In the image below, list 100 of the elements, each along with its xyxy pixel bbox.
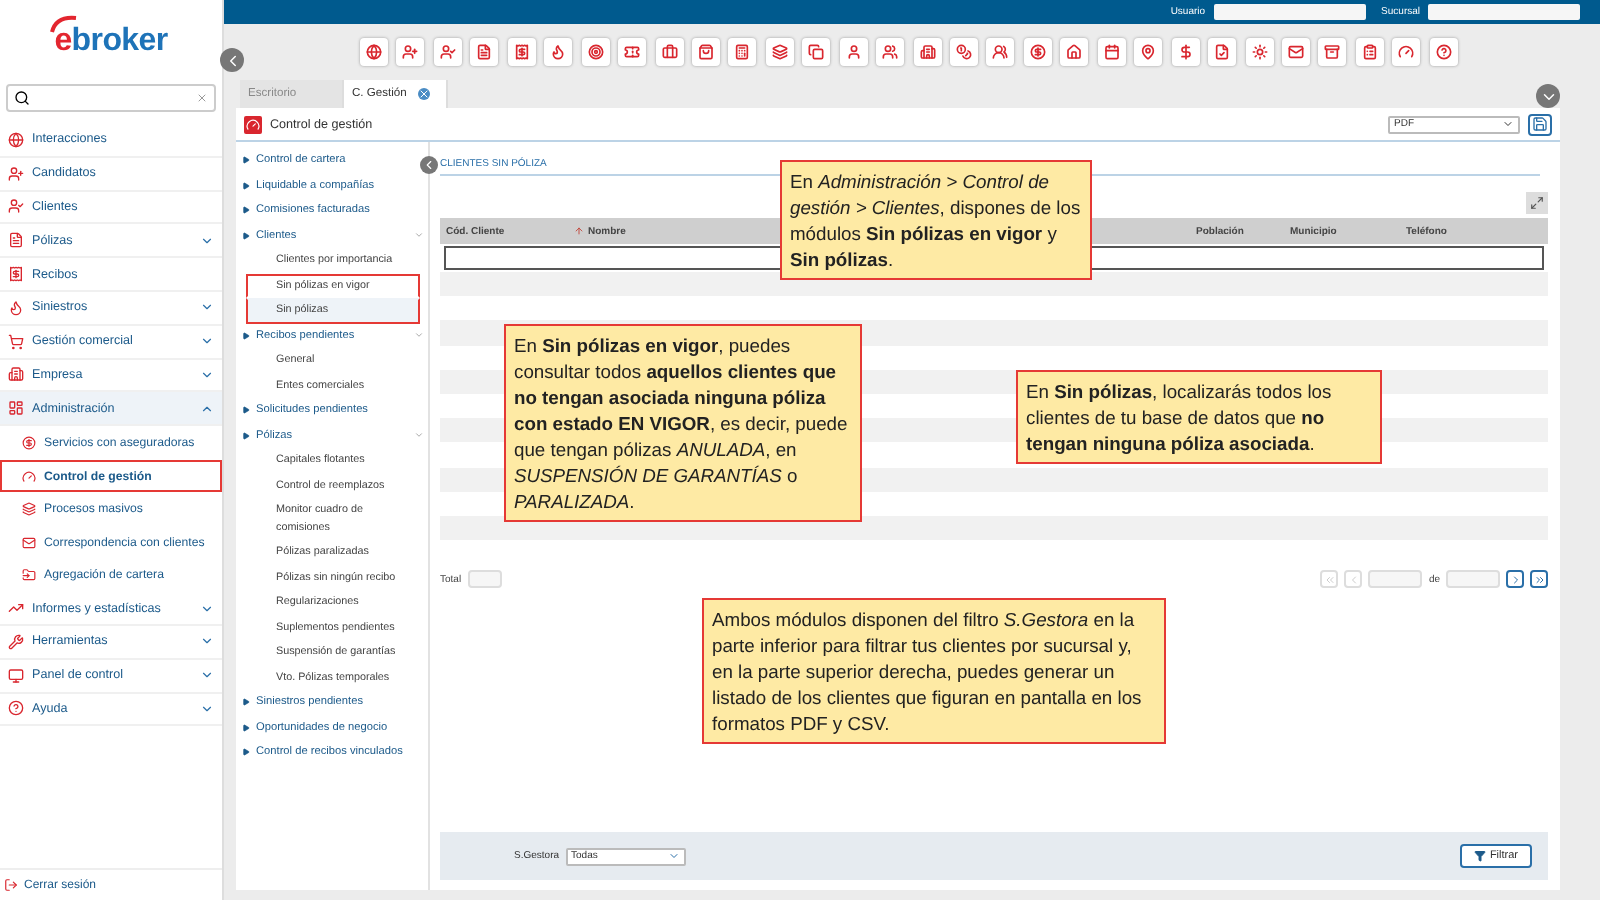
branch-field[interactable] xyxy=(1428,4,1580,20)
toolbar-button[interactable] xyxy=(618,37,647,65)
toolbar-button[interactable] xyxy=(507,37,536,65)
building-icon xyxy=(919,43,936,59)
toolbar-button[interactable] xyxy=(1171,37,1200,65)
globe-icon xyxy=(366,43,382,59)
toolbar-button[interactable] xyxy=(1392,37,1421,65)
last-page-button[interactable] xyxy=(1530,570,1548,589)
coins-icon xyxy=(956,43,972,59)
gauge-icon xyxy=(22,469,36,484)
triangle-icon xyxy=(242,331,250,340)
archive-icon xyxy=(1324,43,1341,59)
collapse-sidebar-button[interactable] xyxy=(220,48,244,72)
close-icon[interactable] xyxy=(418,88,431,100)
document-icon xyxy=(8,232,24,249)
toolbar-button[interactable] xyxy=(1060,37,1089,65)
toolbar-button[interactable] xyxy=(691,37,720,65)
toolbar-button[interactable] xyxy=(1318,37,1347,65)
toolbar-button[interactable] xyxy=(360,37,388,65)
chevron-left-icon xyxy=(1347,573,1360,586)
search-field[interactable] xyxy=(6,84,216,112)
callout-note: En Sin pólizas, localizarás todos los clientes de tu base de datos que no tengan ninguna póliza asociada. xyxy=(1016,370,1382,464)
dashboard-icon xyxy=(8,400,24,417)
triangle-icon xyxy=(242,723,250,732)
toolbar-button[interactable] xyxy=(913,37,942,65)
chevron-down-icon xyxy=(200,601,214,616)
user-plus-icon xyxy=(8,165,24,182)
map-pin-icon xyxy=(1140,43,1157,59)
calculator-icon xyxy=(734,43,751,59)
save-button[interactable] xyxy=(1528,113,1552,135)
monitor-icon xyxy=(8,667,24,684)
toolbar-button[interactable] xyxy=(1134,37,1163,65)
toolbar-button[interactable] xyxy=(1281,37,1310,65)
triangle-icon xyxy=(242,206,250,215)
cart-icon xyxy=(8,333,24,350)
toolbar-button[interactable] xyxy=(396,37,425,65)
triangle-icon xyxy=(242,181,250,190)
logout-icon xyxy=(4,878,18,892)
ticket-icon xyxy=(624,43,641,59)
clear-icon[interactable] xyxy=(196,92,208,104)
page-field[interactable] xyxy=(1368,570,1423,589)
sun-icon xyxy=(1251,43,1267,59)
toolbar-button[interactable] xyxy=(581,37,610,65)
dollar-icon xyxy=(1177,43,1194,59)
layers-icon xyxy=(22,502,36,517)
document-icon xyxy=(476,43,493,59)
callout-note: En Administración > Control de gestión > Clientes, dispones de los módulos Sin pólizas en vigor y Sin pólizas. xyxy=(780,160,1092,280)
next-page-button[interactable] xyxy=(1506,570,1524,589)
triangle-icon xyxy=(242,748,250,757)
help-icon xyxy=(8,700,24,717)
toolbar-button[interactable] xyxy=(470,37,499,65)
building-icon xyxy=(8,366,24,383)
gauge-icon xyxy=(1398,43,1415,59)
coin-icon xyxy=(1029,43,1046,59)
toolbar-button[interactable] xyxy=(1245,37,1273,65)
toolbar-button[interactable] xyxy=(655,37,683,65)
chevron-down-icon xyxy=(200,233,214,248)
gauge-badge-icon xyxy=(244,115,262,133)
triangle-icon xyxy=(242,698,250,707)
toolbar-button[interactable] xyxy=(1097,37,1126,65)
target-icon xyxy=(587,43,604,59)
triangle-icon xyxy=(242,406,250,415)
receipt-icon xyxy=(8,266,24,283)
triangle-icon xyxy=(242,431,250,440)
user-icon xyxy=(845,43,862,59)
toolbar-button[interactable] xyxy=(1023,37,1052,65)
chevron-down-icon xyxy=(200,300,214,315)
toolbar-button[interactable] xyxy=(728,37,757,65)
toolbar-button[interactable] xyxy=(765,37,794,65)
toolbar-button[interactable] xyxy=(544,37,573,65)
mail-icon xyxy=(1287,43,1304,59)
chevron-down-icon xyxy=(414,230,424,241)
user-field[interactable] xyxy=(1213,4,1366,20)
chevron-down-icon xyxy=(200,367,214,382)
chevron-left-icon xyxy=(422,158,436,172)
layers-icon xyxy=(771,43,788,59)
toolbar-button[interactable] xyxy=(876,37,905,65)
toolbar-button[interactable] xyxy=(950,37,978,65)
toolbar-button[interactable] xyxy=(1208,37,1237,65)
globe-icon xyxy=(8,131,24,148)
chevron-right-icon xyxy=(1509,573,1521,586)
clipboard-icon xyxy=(1361,43,1378,59)
bag-icon xyxy=(697,43,714,59)
expand-icon xyxy=(1530,196,1544,210)
toolbar-button[interactable] xyxy=(986,37,1015,65)
briefcase-icon xyxy=(661,43,677,59)
toolbar-button[interactable] xyxy=(839,37,868,65)
toolbar-button[interactable] xyxy=(1355,37,1384,65)
chevron-down-icon xyxy=(200,334,214,349)
coin-icon xyxy=(22,435,36,450)
filter-icon xyxy=(1473,850,1486,862)
toolbar-button[interactable] xyxy=(1429,37,1458,65)
toolbar-button[interactable] xyxy=(433,37,462,65)
calendar-icon xyxy=(1103,43,1120,59)
expand-button[interactable] xyxy=(1526,192,1548,214)
expand-down-button[interactable] xyxy=(1536,84,1560,108)
chevron-down-icon xyxy=(414,330,424,341)
page-count-field xyxy=(1446,570,1500,589)
toolbar-button[interactable] xyxy=(802,37,831,65)
user-plus-icon xyxy=(402,43,419,59)
